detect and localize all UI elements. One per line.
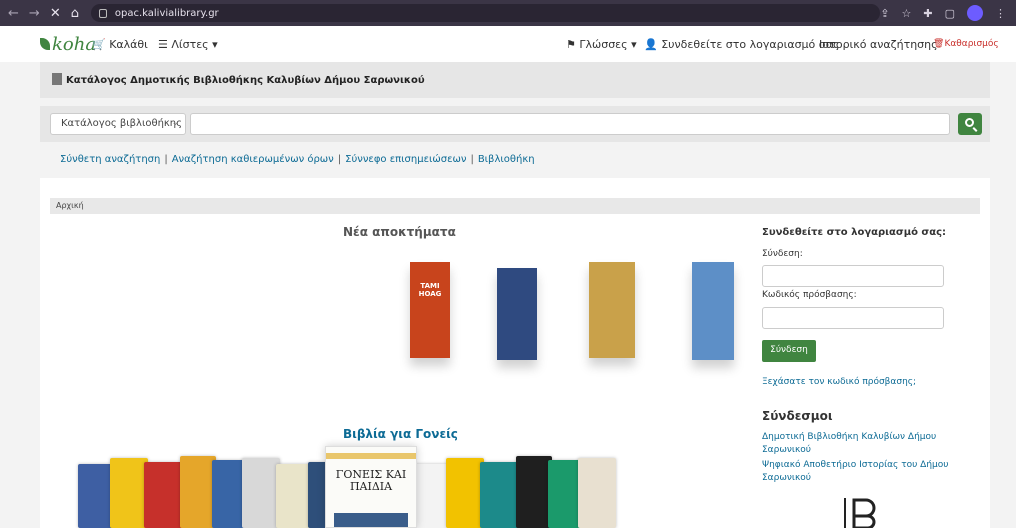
forgot-password-link[interactable]: Ξεχάσατε τον κωδικό πρόσβασης;: [762, 377, 916, 387]
koha-topbar: koha 🛒 Καλάθι ☰ Λίστες ▾ ⚑ Γλώσσες ▾ 👤 Σ…: [0, 26, 1016, 62]
new-acquisitions-title: Νέα αποκτήματα: [343, 225, 456, 239]
parents-book-cover[interactable]: [548, 460, 582, 528]
browser-nav: ← → ✕ ⌂: [0, 6, 91, 21]
password-label: Κωδικός πρόσβασης:: [762, 290, 857, 300]
chevron-down-icon: ⌄: [171, 118, 179, 128]
share-icon[interactable]: ⇪: [880, 7, 889, 20]
login-button[interactable]: Σύνδεση: [762, 340, 816, 362]
username-field[interactable]: [762, 265, 944, 287]
parents-book-cover[interactable]: [180, 456, 216, 528]
links-title: Σύνδεσμοι: [762, 409, 833, 423]
parents-book-cover[interactable]: [414, 464, 450, 528]
new-book-cover[interactable]: [497, 268, 537, 360]
flag-icon: ⚑: [566, 38, 576, 51]
link-municipal-library[interactable]: Δημοτική Βιβλιοθήκη Καλυβίων Δήμου Σαρων…: [762, 431, 972, 457]
trash-icon: 🗑: [933, 39, 945, 49]
leaf-icon: [40, 38, 50, 50]
username-label: Σύνδεση:: [762, 249, 803, 259]
profile-avatar[interactable]: [967, 5, 983, 21]
parents-book-cover[interactable]: [578, 458, 616, 528]
caret-down-icon: ▾: [212, 38, 218, 51]
parents-book-cover[interactable]: [242, 458, 280, 528]
parents-book-cover[interactable]: [212, 460, 246, 528]
koha-logo[interactable]: koha: [40, 34, 96, 55]
tag-cloud-link[interactable]: Σύννεφο επισημειώσεων: [345, 154, 466, 165]
search-input[interactable]: [190, 113, 950, 135]
advanced-search-link[interactable]: Σύνθετη αναζήτηση: [60, 154, 160, 165]
parents-book-cover[interactable]: [446, 458, 484, 528]
cart-icon: 🛒: [92, 38, 106, 51]
extensions-icon[interactable]: ✚: [923, 7, 932, 20]
search-icon: [965, 118, 974, 127]
home-icon[interactable]: ⌂: [71, 6, 79, 21]
login-link[interactable]: 👤 Συνδεθείτε στο λογαριασμό σας: [644, 38, 839, 51]
browser-toolbar: ← → ✕ ⌂ opac.kalivialibrary.gr ⇪ ☆ ✚ ▢ ⋮: [0, 0, 1016, 26]
user-icon: 👤: [644, 38, 658, 51]
sidepanel-icon[interactable]: ▢: [945, 7, 955, 20]
back-icon[interactable]: ←: [8, 6, 19, 21]
parents-book-cover[interactable]: [516, 456, 552, 528]
library-masthead: Κατάλογος Δημοτικής Βιβλιοθήκης Καλυβίων…: [40, 62, 990, 98]
breadcrumb: Αρχική: [50, 198, 980, 214]
star-icon[interactable]: ☆: [902, 7, 912, 20]
more-searches: Σύνθετη αναζήτηση | Αναζήτηση καθιερωμένων…: [60, 154, 535, 165]
address-bar[interactable]: opac.kalivialibrary.gr: [90, 4, 881, 22]
lists-menu[interactable]: ☰ Λίστες ▾: [158, 38, 218, 51]
menu-icon[interactable]: ⋮: [995, 7, 1006, 20]
list-icon: ☰: [158, 38, 168, 51]
parents-book-cover[interactable]: [144, 462, 184, 528]
main-content: Αρχική Νέα αποκτήματα TAMI HOAG Βιβλία γ…: [40, 178, 990, 528]
forward-icon[interactable]: →: [29, 6, 40, 21]
parents-book-cover[interactable]: [110, 458, 148, 528]
parents-book-cover[interactable]: [276, 464, 312, 528]
library-link[interactable]: Βιβλιοθήκη: [478, 154, 535, 165]
search-button[interactable]: [958, 113, 982, 135]
clear-history-link[interactable]: 🗑Καθαρισμός: [933, 39, 999, 49]
browser-tools: ⇪ ☆ ✚ ▢ ⋮: [880, 5, 1016, 21]
library-title[interactable]: Κατάλογος Δημοτικής Βιβλιοθήκης Καλυβίων…: [52, 73, 425, 86]
new-book-cover[interactable]: TAMI HOAG: [410, 262, 450, 358]
password-field[interactable]: [762, 307, 944, 329]
repository-logo: [844, 498, 876, 528]
authority-search-link[interactable]: Αναζήτηση καθιερωμένων όρων: [172, 154, 334, 165]
search-bar: Κατάλογος βιβλιοθήκης ⌄: [40, 106, 990, 142]
book-icon: [52, 73, 62, 85]
parents-book-cover[interactable]: [78, 464, 114, 528]
parents-books-title: Βιβλία για Γονείς: [343, 427, 458, 441]
search-history-link[interactable]: Ιστορικό αναζήτησης: [819, 38, 938, 51]
link-digital-repository[interactable]: Ψηφιακό Αποθετήριο Ιστορίας του Δήμου Σα…: [762, 459, 972, 485]
caret-down-icon: ▾: [631, 38, 637, 51]
featured-book-cover[interactable]: ΓΟΝΕΙΣ ΚΑΙ ΠΑΙΔΙΑ: [325, 446, 417, 528]
lock-icon: [98, 8, 107, 18]
login-panel-title: Συνδεθείτε στο λογαριασμό σας:: [762, 227, 947, 238]
new-book-cover[interactable]: [692, 262, 734, 360]
languages-menu[interactable]: ⚑ Γλώσσες ▾: [566, 38, 637, 51]
parents-book-cover[interactable]: [480, 462, 520, 528]
url-text: opac.kalivialibrary.gr: [114, 7, 219, 19]
stop-icon[interactable]: ✕: [50, 6, 61, 21]
search-scope-select[interactable]: Κατάλογος βιβλιοθήκης ⌄: [50, 113, 186, 135]
cart-button[interactable]: 🛒 Καλάθι: [92, 38, 148, 51]
new-book-cover[interactable]: [589, 262, 635, 358]
breadcrumb-home-link[interactable]: Αρχική: [56, 201, 84, 210]
